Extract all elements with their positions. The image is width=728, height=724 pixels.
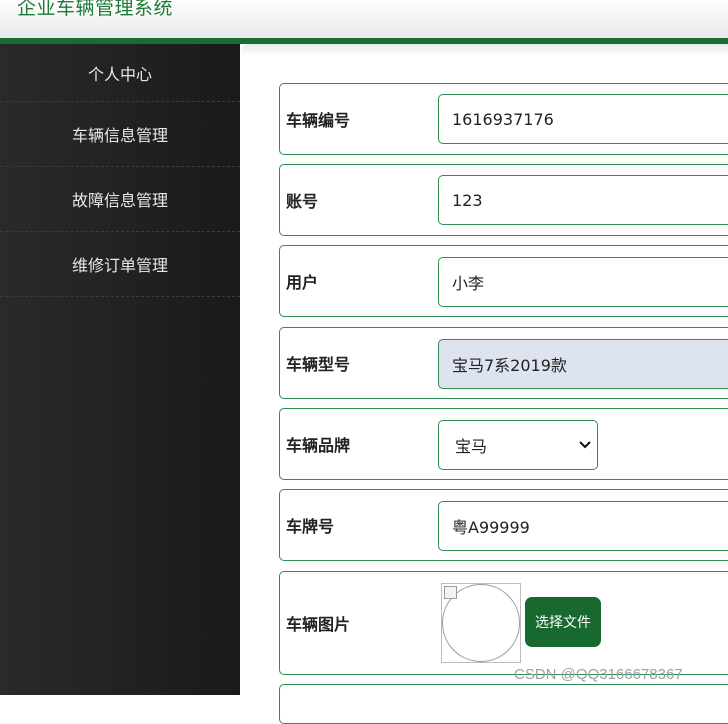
form-row-brand: 车辆品牌 宝马 (279, 408, 728, 480)
top-header: 企业车辆管理系统 (0, 0, 728, 38)
vehicle-image-preview (441, 583, 521, 663)
form-row-next (279, 684, 728, 724)
vehicle-no-input[interactable]: 1616937176 (438, 94, 728, 144)
form-row-model: 车辆型号 宝马7系2019款 (279, 327, 728, 399)
form-row-account: 账号 123 (279, 164, 728, 236)
account-label: 账号 (286, 192, 319, 211)
account-input[interactable]: 123 (438, 175, 728, 225)
form-row-vehicle-no: 车辆编号 1616937176 (279, 83, 728, 155)
sidebar-item-faults[interactable]: 故障信息管理 (0, 167, 240, 232)
sidebar: 个人中心 车辆信息管理 故障信息管理 维修订单管理 (0, 44, 240, 695)
vehicle-no-label: 车辆编号 (286, 111, 351, 130)
broken-image-icon (444, 586, 457, 599)
sidebar-item-profile[interactable]: 个人中心 (0, 44, 240, 102)
model-input[interactable]: 宝马7系2019款 (438, 339, 728, 389)
form-row-image: 车辆图片 选择文件 (279, 571, 728, 675)
choose-file-button[interactable]: 选择文件 (525, 597, 601, 647)
plate-label: 车牌号 (286, 517, 335, 536)
watermark: CSDN @QQ3166678367 (514, 666, 683, 683)
brand-select-value: 宝马 (455, 437, 488, 456)
brand-select[interactable]: 宝马 (438, 420, 598, 470)
content-edge (240, 44, 728, 56)
form-row-user: 用户 小李 (279, 245, 728, 317)
user-label: 用户 (286, 273, 319, 292)
user-input[interactable]: 小李 (438, 257, 728, 307)
sidebar-item-repair-orders[interactable]: 维修订单管理 (0, 232, 240, 297)
form-row-plate: 车牌号 粤A99999 (279, 489, 728, 561)
app-title: 企业车辆管理系统 (17, 0, 174, 19)
model-label: 车辆型号 (286, 355, 351, 374)
plate-input[interactable]: 粤A99999 (438, 501, 728, 551)
chevron-down-icon (579, 438, 591, 452)
sidebar-item-vehicles[interactable]: 车辆信息管理 (0, 102, 240, 167)
image-label: 车辆图片 (286, 615, 351, 634)
brand-label: 车辆品牌 (286, 436, 351, 455)
